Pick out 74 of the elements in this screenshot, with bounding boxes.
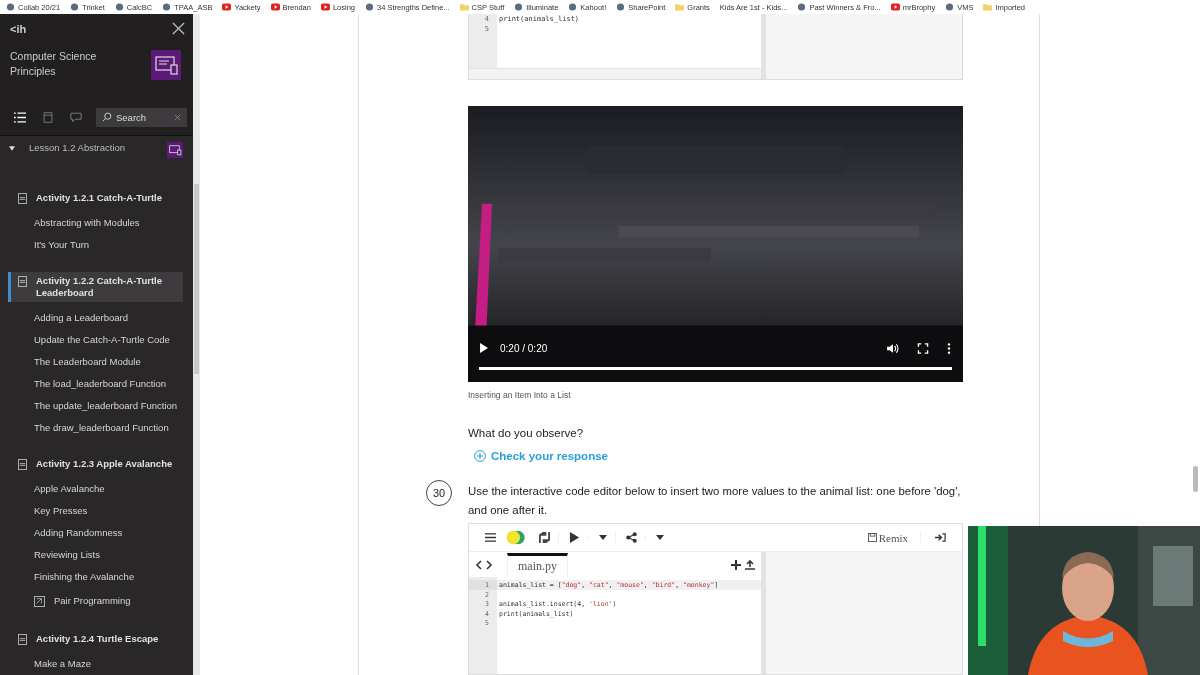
- site-icon: [6, 3, 15, 11]
- search-field[interactable]: Search: [96, 107, 187, 127]
- activity-item[interactable]: Activity 1.2.2 Catch-A-Turtle Leaderboard: [8, 272, 183, 302]
- back-icon[interactable]: [475, 559, 482, 570]
- upload-icon[interactable]: [745, 559, 755, 570]
- site-icon: [365, 3, 375, 11]
- progress-bar[interactable]: [479, 366, 952, 370]
- caret-icon[interactable]: [9, 146, 15, 151]
- scrollbar[interactable]: [469, 67, 761, 79]
- page-item[interactable]: The draw_leaderboard Function: [0, 417, 193, 439]
- logo[interactable]: <ih: [10, 22, 27, 35]
- page-item[interactable]: Make a Maze: [0, 653, 193, 675]
- folder-icon: [459, 3, 469, 11]
- question-text: What do you observe?: [468, 427, 585, 440]
- page-item[interactable]: Adding Randomness: [0, 522, 193, 544]
- site-icon: [616, 3, 626, 11]
- page-item[interactable]: The load_leaderboard Function: [0, 373, 193, 395]
- folder-icon: [983, 3, 993, 11]
- page-icon: [42, 111, 54, 123]
- clear-icon[interactable]: [174, 113, 181, 121]
- document-icon: [18, 459, 27, 470]
- play-icon[interactable]: [480, 343, 488, 354]
- play-icon: [890, 3, 900, 11]
- site-icon: [945, 3, 955, 11]
- activity-item[interactable]: Activity 1.2.1 Catch-A-Turtle: [8, 189, 183, 207]
- site-icon: [568, 3, 578, 11]
- fullscreen-icon[interactable]: [917, 342, 929, 354]
- close-icon[interactable]: [172, 22, 185, 35]
- course-title: Computer Science Principles: [10, 49, 98, 79]
- forward-icon[interactable]: [486, 559, 493, 570]
- document-icon: [18, 634, 27, 645]
- lesson-icon: [167, 142, 183, 158]
- play-icon: [222, 3, 232, 11]
- page-item[interactable]: Update the Catch-A-Turtle Code: [0, 329, 193, 351]
- step-prompt: Use the interactive code editor below to insert two more values to the animal list: one before 'dog', and one after it.: [468, 484, 962, 519]
- chat-icon: [70, 111, 82, 123]
- page-item[interactable]: Adding a Leaderboard: [0, 307, 193, 329]
- page-item[interactable]: Reviewing Lists: [0, 544, 193, 566]
- activity-item[interactable]: Activity 1.2.4 Turtle Escape: [8, 630, 183, 648]
- page-item[interactable]: It's Your Turn: [0, 234, 193, 256]
- site-icon: [514, 3, 524, 11]
- play-icon: [270, 3, 280, 11]
- scrollbar-thumb[interactable]: [194, 184, 199, 374]
- video-time: 0:20 / 0:20: [500, 342, 548, 354]
- scrollbar-thumb[interactable]: [1193, 466, 1198, 492]
- lesson-title[interactable]: Lesson 1.2 Abstraction: [29, 142, 167, 153]
- video-caption: Inserting an Item Into a List: [468, 390, 572, 401]
- site-icon: [70, 3, 80, 11]
- document-icon: [18, 276, 27, 287]
- volume-icon[interactable]: [887, 342, 899, 354]
- site-icon: [114, 3, 124, 11]
- page-item[interactable]: The update_leaderboard Function: [0, 395, 193, 417]
- search-icon: [102, 112, 112, 122]
- folder-icon: [675, 3, 685, 11]
- scrollbar[interactable]: [193, 14, 200, 675]
- page-item[interactable]: Abstracting with Modules: [0, 212, 193, 234]
- page-item[interactable]: Apple Avalanche: [0, 478, 193, 500]
- play-icon: [320, 3, 330, 11]
- more-icon[interactable]: [947, 342, 951, 354]
- document-icon: [18, 193, 27, 204]
- site-icon: [797, 3, 807, 11]
- course-icon: [151, 50, 181, 80]
- remix-button[interactable]: Remix: [867, 531, 920, 544]
- add-icon[interactable]: [731, 559, 741, 570]
- save-icon: [867, 533, 877, 543]
- page-item[interactable]: Pair Programming: [0, 588, 193, 614]
- add-icon: [474, 450, 486, 463]
- page-item[interactable]: The Leaderboard Module: [0, 351, 193, 373]
- activity-item[interactable]: Activity 1.2.3 Apple Avalanche: [8, 455, 183, 473]
- page-item[interactable]: Finishing the Avalanche: [0, 566, 193, 588]
- site-icon: [162, 3, 172, 11]
- list-icon: [14, 111, 26, 123]
- page-item[interactable]: Key Presses: [0, 500, 193, 522]
- external-link-icon: [34, 595, 45, 607]
